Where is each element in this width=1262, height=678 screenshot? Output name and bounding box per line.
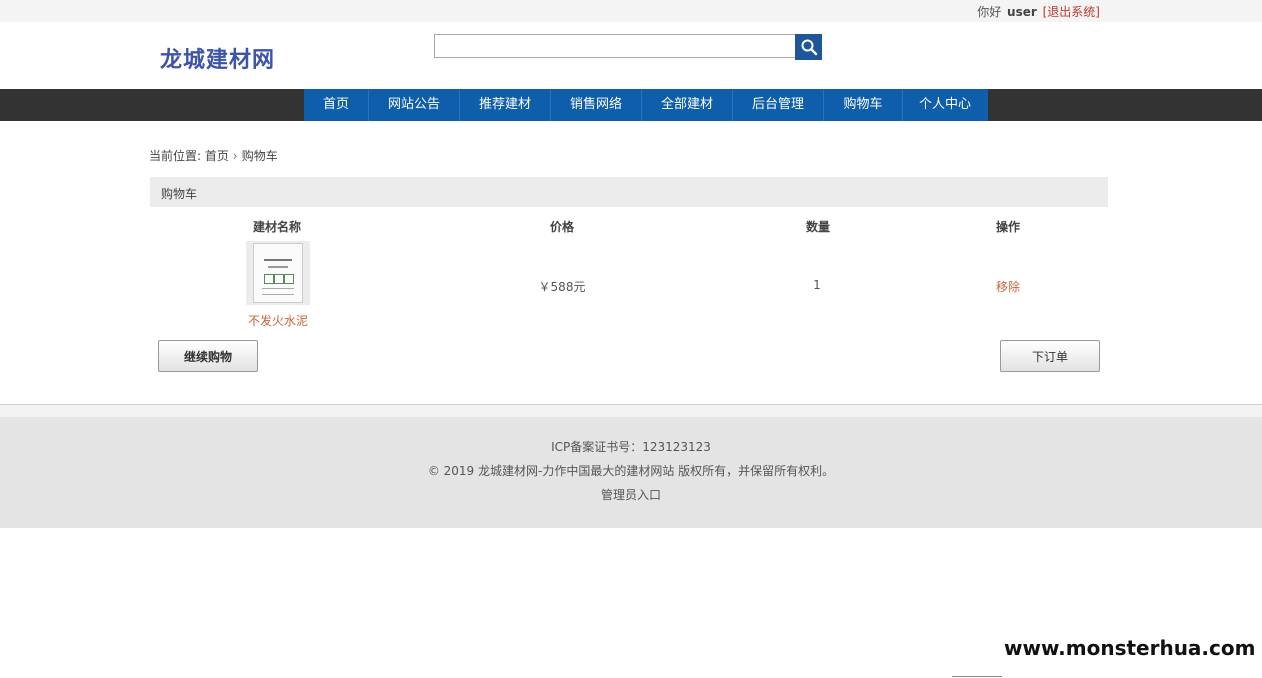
product-price: ￥588元 [538, 280, 586, 294]
nav-item-announcements[interactable]: 网站公告 [369, 89, 460, 121]
column-header-name: 建材名称 [252, 220, 301, 234]
footer-gap [0, 405, 1262, 417]
column-header-quantity: 数量 [805, 220, 830, 234]
nav-item-cart[interactable]: 购物车 [824, 89, 903, 121]
nav-item-sales-network[interactable]: 销售网络 [551, 89, 642, 121]
product-image[interactable] [246, 241, 310, 305]
product-quantity: 1 [813, 278, 821, 292]
breadcrumb-home[interactable]: 首页 [205, 149, 229, 163]
product-name-link[interactable]: 不发火水泥 [230, 312, 326, 329]
place-order-button[interactable]: 下订单 [1000, 340, 1100, 372]
nav-item-all-materials[interactable]: 全部建材 [642, 89, 733, 121]
breadcrumb-prefix: 当前位置: [149, 149, 202, 163]
site-footer: ICP备案证书号：123123123 © 2019 龙城建材网-力作中国最大的建… [0, 417, 1262, 528]
footer-copyright: © 2019 龙城建材网-力作中国最大的建材网站 版权所有，并保留所有权利。 [427, 464, 835, 478]
remove-item-link[interactable]: 移除 [988, 278, 1028, 295]
top-bar: 你好 user [退出系统] [0, 0, 1262, 22]
cement-bag-icon [253, 243, 303, 303]
footer-icp: ICP备案证书号：123123123 [551, 440, 711, 454]
logout-link[interactable]: [退出系统] [1043, 5, 1100, 19]
main-navbar: 首页 网站公告 推荐建材 销售网络 全部建材 后台管理 购物车 个人中心 [0, 89, 1262, 121]
user-status: 你好 user [退出系统] [977, 3, 1100, 20]
cart-panel-header: 购物车 [150, 177, 1108, 207]
site-logo[interactable]: 龙城建材网 [160, 42, 275, 74]
nav-item-profile[interactable]: 个人中心 [903, 89, 987, 121]
search-input[interactable] [434, 34, 797, 58]
cart-title: 购物车 [161, 187, 198, 201]
chevron-right-icon: › [232, 149, 238, 163]
greeting-text: 你好 [977, 5, 1002, 19]
watermark-underline [952, 676, 1002, 677]
site-header: 龙城建材网 [0, 22, 1262, 89]
search-icon [801, 39, 817, 56]
nav-item-recommended[interactable]: 推荐建材 [460, 89, 551, 121]
admin-entry-link[interactable]: 管理员入口 [0, 486, 1262, 503]
column-header-action: 操作 [995, 220, 1020, 234]
nav-item-home[interactable]: 首页 [304, 89, 369, 121]
search-button[interactable] [795, 34, 822, 60]
breadcrumb: 当前位置: 首页 › 购物车 [149, 147, 278, 164]
continue-shopping-button[interactable]: 继续购物 [158, 340, 258, 372]
watermark: www.monsterhua.com [1004, 636, 1256, 660]
breadcrumb-current: 购物车 [241, 149, 278, 163]
nav-item-admin[interactable]: 后台管理 [733, 89, 824, 121]
column-header-price: 价格 [549, 220, 574, 234]
nav-menu: 首页 网站公告 推荐建材 销售网络 全部建材 后台管理 购物车 个人中心 [304, 89, 988, 121]
username: user [1007, 5, 1037, 19]
search-bar [434, 34, 824, 60]
